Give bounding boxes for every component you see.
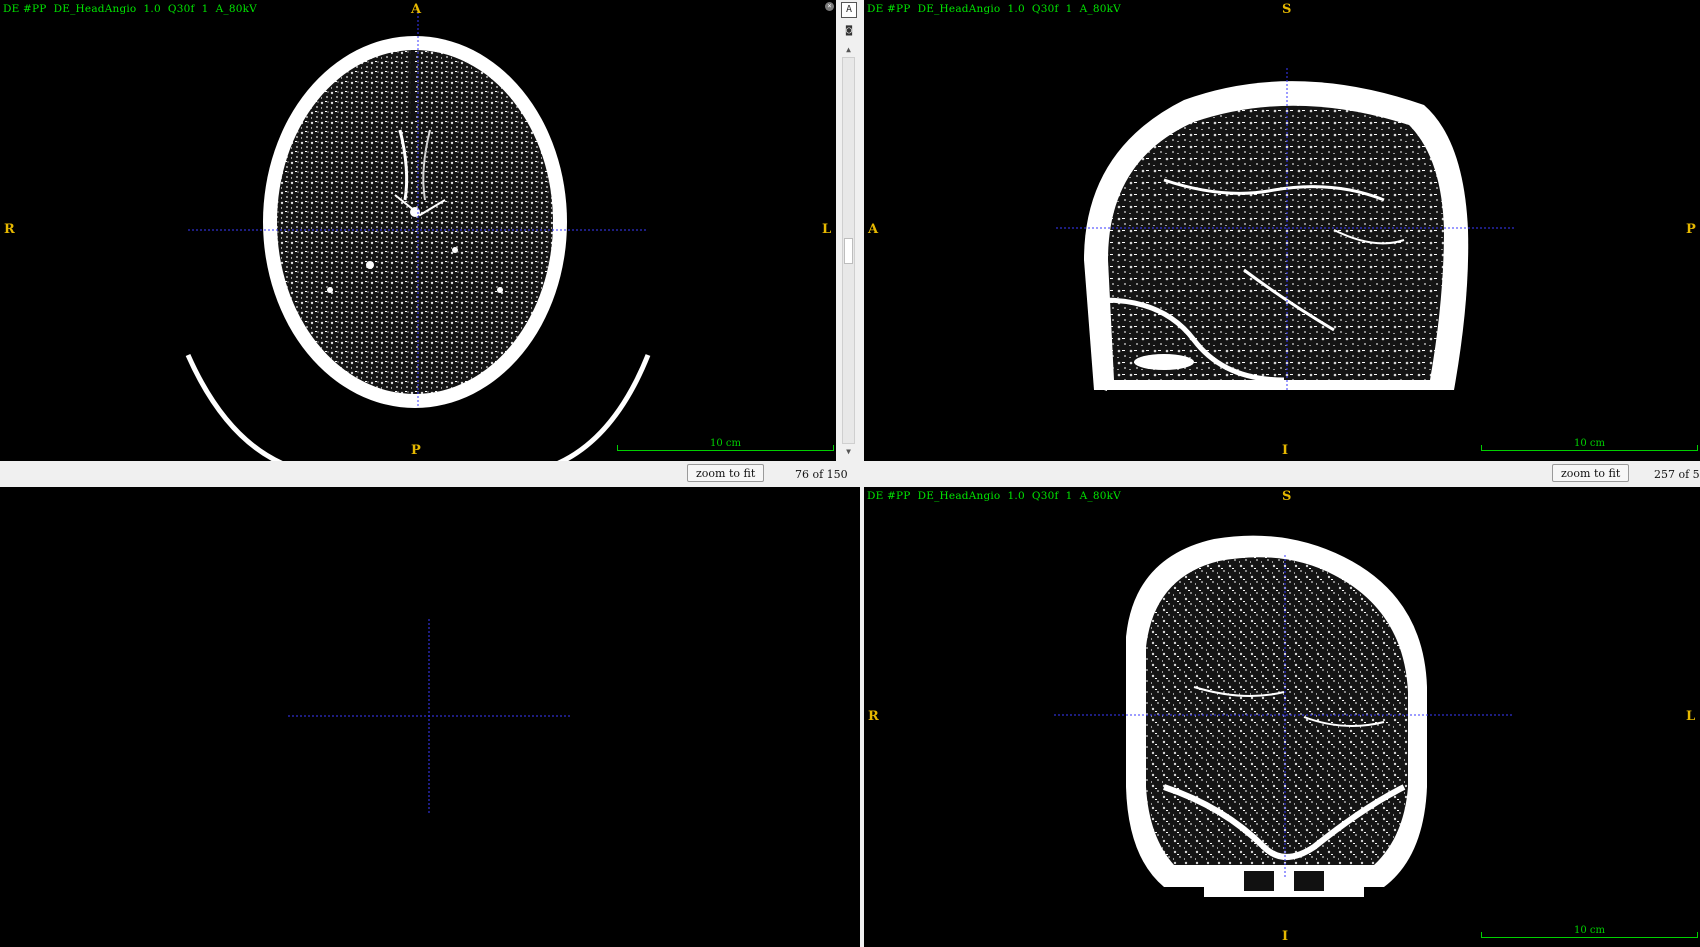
scale-label: 10 cm — [1574, 438, 1605, 449]
scale-label: 10 cm — [1574, 925, 1605, 936]
orientation-left: A — [868, 222, 879, 237]
scroll-down-icon[interactable]: ▼ — [842, 446, 855, 458]
zoom-to-fit-button[interactable]: zoom to fit — [1552, 464, 1630, 482]
orientation-bottom: I — [1282, 929, 1289, 944]
scale-bar: 10 cm — [617, 438, 834, 451]
scroll-up-icon[interactable]: ▲ — [842, 44, 855, 56]
annotation-icon[interactable]: A — [841, 2, 857, 18]
series-info: DE #PP DE_HeadAngio 1.0 Q30f 1 A_80kV — [867, 3, 1121, 15]
slice-scrollbar[interactable] — [842, 57, 855, 444]
orientation-top: A — [411, 2, 422, 17]
crosshair-overlay — [288, 619, 570, 815]
orientation-right: P — [1686, 222, 1696, 237]
axial-ct-image — [185, 8, 651, 461]
viewport-axial[interactable]: DE #PP DE_HeadAngio 1.0 Q30f 1 A_80kV A … — [0, 0, 836, 461]
viewport-coronal[interactable]: DE #PP DE_HeadAngio 1.0 Q30f 1 A_80kV S … — [864, 487, 1700, 947]
slice-counter: 76 of 150 — [795, 468, 848, 481]
scale-label: 10 cm — [710, 438, 741, 449]
orientation-top: S — [1282, 2, 1292, 17]
slice-scrollbar-thumb[interactable] — [844, 238, 853, 264]
close-overlay-icon[interactable]: × — [825, 2, 834, 11]
series-info: DE #PP DE_HeadAngio 1.0 Q30f 1 A_80kV — [867, 490, 1121, 502]
zoom-to-fit-button[interactable]: zoom to fit — [687, 464, 765, 482]
camera-icon[interactable]: ◙ — [841, 24, 857, 40]
series-info: DE #PP DE_HeadAngio 1.0 Q30f 1 A_80kV — [3, 3, 257, 15]
scale-bar: 10 cm — [1481, 438, 1698, 451]
statusbar-right: zoom to fit 257 of 5 — [864, 462, 1700, 486]
scale-bar: 10 cm — [1481, 925, 1698, 938]
statusbar-left: zoom to fit 76 of 150 — [0, 462, 862, 486]
sagittal-ct-image — [1056, 68, 1516, 391]
slice-counter: 257 of 5 — [1654, 468, 1700, 481]
coronal-ct-image — [1054, 535, 1514, 897]
orientation-right: L — [1686, 709, 1696, 724]
viewport-sagittal[interactable]: DE #PP DE_HeadAngio 1.0 Q30f 1 A_80kV S … — [864, 0, 1700, 461]
orientation-bottom: I — [1282, 443, 1289, 458]
orientation-top: S — [1282, 489, 1292, 504]
orientation-left: R — [868, 709, 879, 724]
orientation-left: R — [4, 222, 15, 237]
orientation-bottom: P — [411, 443, 421, 458]
viewport-3d[interactable] — [0, 487, 860, 947]
viewport-toolbar: A ◙ ▲ ▼ — [838, 0, 862, 461]
orientation-right: L — [822, 222, 832, 237]
